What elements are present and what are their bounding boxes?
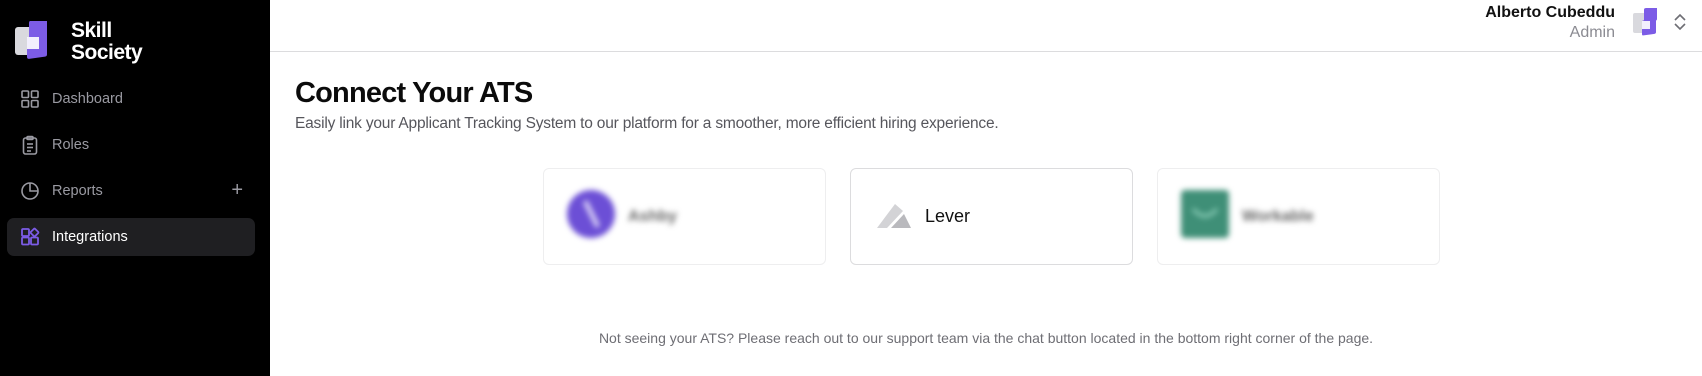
add-report-button[interactable]: + [231,180,243,200]
page-title: Connect Your ATS [295,77,533,109]
sidebar-item-roles[interactable]: Roles [7,126,255,164]
sidebar-item-label: Reports [52,183,103,199]
skill-society-logo-icon [14,18,56,63]
grid-icon [20,89,40,109]
brand-name-line1: Skill [71,19,112,42]
workable-logo-icon [1180,189,1230,244]
avatar[interactable] [1632,6,1662,38]
integration-card-ashby[interactable]: Ashby [543,168,826,265]
ashby-logo-icon [566,189,616,244]
chevron-up-down-icon[interactable] [1673,12,1687,32]
integration-card-lever[interactable]: Lever [850,168,1133,265]
sidebar-item-label: Roles [52,137,90,153]
sidebar-item-integrations[interactable]: Integrations [7,218,255,256]
sidebar-nav: Dashboard Roles Reports + Integrations [7,80,255,264]
brand-name: Skill Society [71,19,143,64]
brand-logo[interactable]: Skill Society [14,18,143,64]
sidebar-item-label: Dashboard [52,91,123,107]
integration-label: Workable [1242,207,1314,225]
integration-label: Ashby [628,207,677,225]
sidebar: Skill Society Dashboard Roles Reports + … [0,0,270,376]
sidebar-item-reports[interactable]: Reports + [7,172,255,210]
top-header: Alberto Cubeddu Admin [270,0,1702,52]
integration-cards: Ashby Lever Workable [543,168,1464,265]
main-content: Connect Your ATS Easily link your Applic… [295,75,999,133]
sidebar-item-dashboard[interactable]: Dashboard [7,80,255,118]
user-role: Admin [1569,24,1615,41]
user-name: Alberto Cubeddu [1485,4,1615,21]
integration-label: Lever [925,206,971,226]
integrations-icon [20,227,40,247]
lever-logo-icon [873,194,913,239]
sidebar-item-label: Integrations [52,229,128,245]
integration-card-workable[interactable]: Workable [1157,168,1440,265]
brand-name-line2: Society [71,41,143,64]
support-note: Not seeing your ATS? Please reach out to… [598,330,1374,346]
clipboard-icon [20,135,40,155]
pie-chart-icon [20,181,40,201]
user-info[interactable]: Alberto Cubeddu Admin [1485,3,1615,43]
page-subtitle: Easily link your Applicant Tracking Syst… [295,115,999,132]
